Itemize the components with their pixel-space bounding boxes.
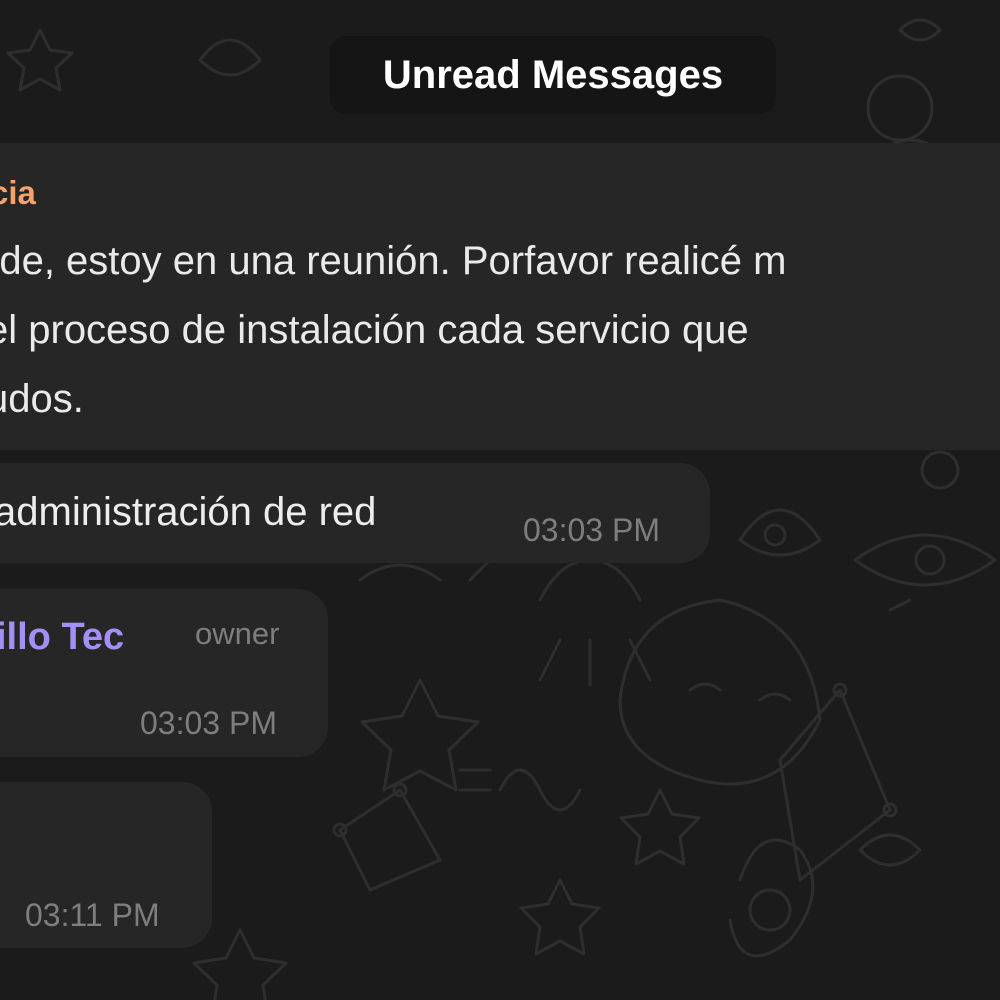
quoted-message-line-1: rde, estoy en una reunión. Porfavor real…: [0, 239, 787, 283]
pinned-message-bubble[interactable]: [0, 143, 1000, 450]
sender-role-badge: owner: [195, 616, 280, 651]
message-timestamp: 03:03 PM: [140, 705, 277, 741]
quoted-sender-name[interactable]: cia: [0, 174, 36, 212]
unread-messages-label: Unread Messages: [382, 52, 724, 97]
quoted-message-line-2: el proceso de instalación cada servicio …: [0, 308, 749, 352]
message-timestamp: 03:11 PM: [25, 897, 160, 933]
quoted-message-line-3: udos.: [0, 377, 84, 421]
message-text: administración de red: [0, 490, 377, 534]
message-timestamp: 03:03 PM: [523, 512, 660, 548]
message-sender-name[interactable]: illo Tec: [0, 616, 124, 659]
unread-messages-banner: Unread Messages: [330, 36, 776, 114]
